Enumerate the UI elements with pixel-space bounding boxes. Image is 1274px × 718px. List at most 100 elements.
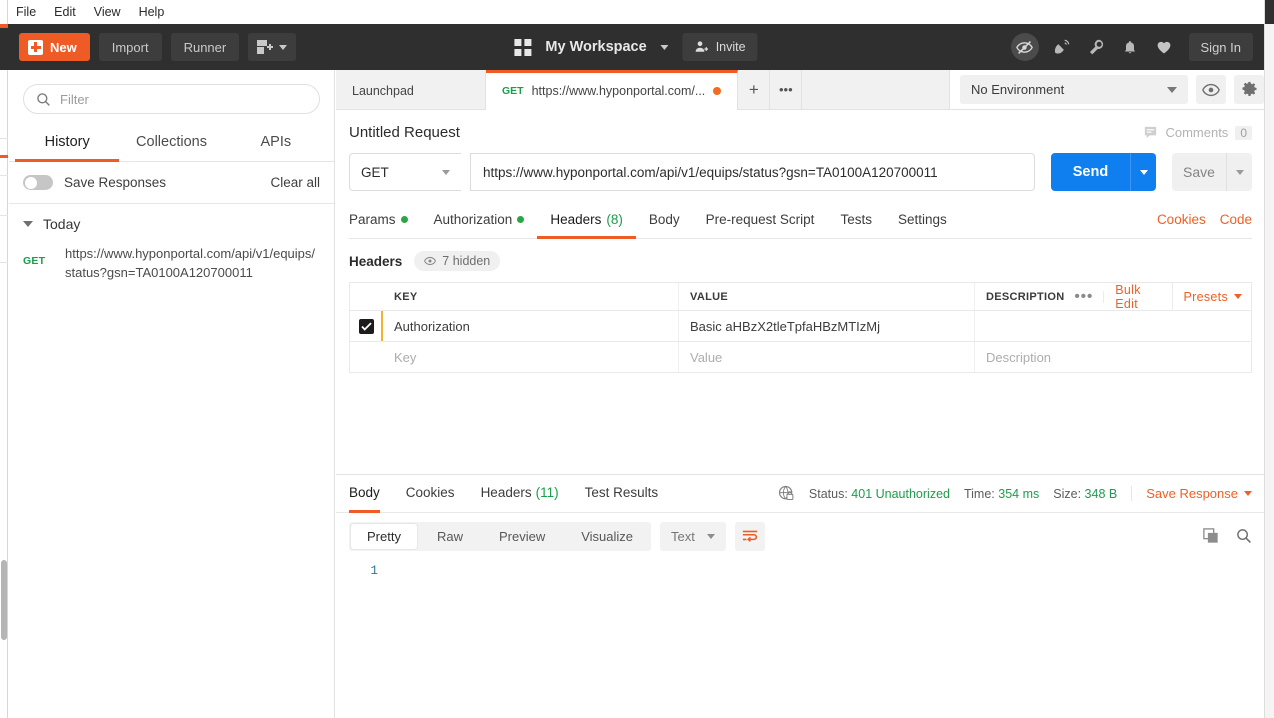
url-input[interactable] <box>470 153 1035 191</box>
table-more-button[interactable]: ••• <box>1064 289 1105 304</box>
environment-selector[interactable]: No Environment <box>960 75 1188 104</box>
workspace-label[interactable]: My Workspace <box>545 39 646 55</box>
eye-off-icon[interactable] <box>1010 33 1039 61</box>
request-tab-headers[interactable]: Headers (8) <box>537 207 636 239</box>
save-responses-toggle[interactable] <box>23 175 53 190</box>
method-selector[interactable]: GET <box>349 153 461 191</box>
response-format-selector[interactable]: Text <box>660 521 726 551</box>
response-tabs: Body Cookies Headers (11) Test Results S… <box>336 475 1264 513</box>
sidebar-tabs: History Collections APIs <box>9 127 334 162</box>
view-mode-preview[interactable]: Preview <box>483 524 561 549</box>
app-header: New Import Runner My Workspace Invite Si… <box>8 24 1264 70</box>
view-mode-visualize[interactable]: Visualize <box>565 524 649 549</box>
eye-icon <box>424 256 437 266</box>
clear-all-button[interactable]: Clear all <box>270 175 320 190</box>
row-checkbox[interactable] <box>359 318 374 334</box>
new-tab-button[interactable]: + <box>738 70 771 109</box>
presets-button[interactable]: Presets <box>1173 290 1242 304</box>
view-mode-pretty[interactable]: Pretty <box>351 523 417 549</box>
request-tab-params[interactable]: Params <box>349 207 421 239</box>
environment-quick-look-button[interactable] <box>1196 75 1226 104</box>
sign-in-button[interactable]: Sign In <box>1188 33 1253 61</box>
filter-box[interactable] <box>23 84 320 114</box>
response-meta: Status: 401 Unauthorized Time: 354 ms Si… <box>778 485 1252 502</box>
size-value: 348 B <box>1084 486 1118 501</box>
history-list-item[interactable]: GET https://www.hyponportal.com/api/v1/e… <box>9 238 334 288</box>
tab-options-button[interactable]: ••• <box>770 70 803 109</box>
background-scrollbar[interactable] <box>1 560 7 640</box>
request-tab-tests[interactable]: Tests <box>827 207 885 239</box>
chevron-down-icon <box>442 169 450 175</box>
response-tab-test-results-label: Test Results <box>584 485 659 500</box>
code-link[interactable]: Code <box>1220 212 1252 227</box>
request-tab-pre-request-script[interactable]: Pre-request Script <box>693 207 828 239</box>
new-collection-icon <box>257 40 274 54</box>
comments-button[interactable]: Comments 0 <box>1143 125 1252 140</box>
response-body-area[interactable]: 1 <box>336 559 1264 718</box>
menu-item-edit[interactable]: Edit <box>54 5 76 19</box>
runner-button[interactable]: Runner <box>170 33 240 61</box>
status-value: 401 Unauthorized <box>851 486 950 501</box>
save-options-button[interactable] <box>1226 153 1252 191</box>
new-collection-button[interactable] <box>248 33 297 61</box>
row-description[interactable] <box>975 311 1251 341</box>
status-label: Status: <box>808 486 848 501</box>
header-column-key: KEY <box>383 283 679 310</box>
new-button[interactable]: New <box>19 33 90 61</box>
row-description-placeholder[interactable]: Description <box>975 342 1251 372</box>
response-tab-cookies[interactable]: Cookies <box>406 475 455 513</box>
header-actions: Sign In <box>1010 33 1253 61</box>
menu-item-file[interactable]: File <box>16 5 36 19</box>
row-key-placeholder[interactable]: Key <box>383 342 679 372</box>
request-title[interactable]: Untitled Request <box>349 124 460 141</box>
wrench-icon[interactable] <box>1085 36 1107 58</box>
globe-lock-icon[interactable] <box>778 485 795 502</box>
environment-settings-button[interactable] <box>1234 75 1264 104</box>
send-options-button[interactable] <box>1130 153 1156 191</box>
response-tab-headers[interactable]: Headers (11) <box>481 475 559 513</box>
copy-button[interactable] <box>1203 528 1219 544</box>
heart-icon[interactable] <box>1153 36 1175 58</box>
row-key[interactable]: Authorization <box>383 311 679 341</box>
chevron-down-icon[interactable] <box>660 44 669 50</box>
chevron-down-icon <box>23 221 33 227</box>
chevron-down-icon <box>706 533 715 539</box>
response-tab-test-results[interactable]: Test Results <box>585 475 659 513</box>
table-row[interactable]: Authorization Basic aHBzX2tleTpfaHBzMTIz… <box>350 311 1251 342</box>
sidebar-tab-history[interactable]: History <box>15 127 120 162</box>
request-tab-settings[interactable]: Settings <box>885 207 960 239</box>
history-group-today[interactable]: Today <box>9 204 334 238</box>
invite-button-label: Invite <box>715 40 746 54</box>
row-value[interactable]: Basic aHBzX2tleTpfaHBzMTIzMj <box>679 311 975 341</box>
word-wrap-button[interactable] <box>734 521 765 551</box>
menu-item-view[interactable]: View <box>94 5 121 19</box>
tab-request-active[interactable]: GET https://www.hyponportal.com/... <box>486 70 739 110</box>
save-response-button[interactable]: Save Response <box>1131 486 1252 501</box>
table-row-placeholder[interactable]: Key Value Description <box>350 342 1251 373</box>
invite-button[interactable]: Invite <box>682 33 758 61</box>
sidebar-tab-apis[interactable]: APIs <box>224 127 328 162</box>
satellite-icon[interactable] <box>1051 36 1073 58</box>
cookies-link[interactable]: Cookies <box>1157 212 1206 227</box>
bell-icon[interactable] <box>1119 36 1141 58</box>
sidebar-tab-collections[interactable]: Collections <box>119 127 223 162</box>
import-button[interactable]: Import <box>98 33 162 61</box>
menu-item-help[interactable]: Help <box>139 5 165 19</box>
bulk-edit-button[interactable]: Bulk Edit <box>1104 282 1173 311</box>
runner-button-label: Runner <box>183 39 227 55</box>
request-tab-body[interactable]: Body <box>636 207 693 239</box>
header-column-checkbox <box>350 283 383 310</box>
search-button[interactable] <box>1236 528 1252 544</box>
save-response-label: Save Response <box>1146 486 1238 501</box>
response-tab-body[interactable]: Body <box>349 475 380 513</box>
save-button[interactable]: Save <box>1172 153 1226 191</box>
chevron-down-icon <box>279 44 288 50</box>
send-button[interactable]: Send <box>1051 153 1130 191</box>
tab-launchpad[interactable]: Launchpad <box>336 70 486 109</box>
request-tab-authorization[interactable]: Authorization <box>421 207 538 239</box>
row-value-placeholder[interactable]: Value <box>679 342 975 372</box>
hidden-headers-button[interactable]: 7 hidden <box>414 251 501 271</box>
send-button-group: Send <box>1051 153 1156 191</box>
filter-input[interactable] <box>60 91 307 107</box>
view-mode-raw[interactable]: Raw <box>421 524 479 549</box>
